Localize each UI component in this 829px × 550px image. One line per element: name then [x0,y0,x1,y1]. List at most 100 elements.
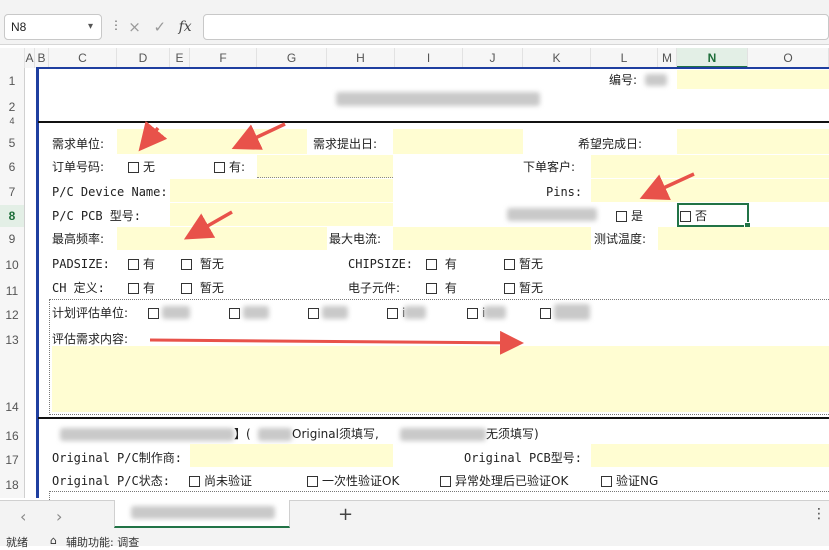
plan-unit-option[interactable]: i [467,305,485,321]
number-input[interactable] [677,70,829,89]
checkbox-icon[interactable] [504,283,515,294]
pc-device-name-input[interactable] [170,179,393,202]
eval-content-input[interactable] [52,346,829,412]
expected-date-input[interactable] [677,129,829,154]
row-header[interactable]: 1 [0,74,24,88]
chipsize-has-option[interactable]: 有 [426,256,457,272]
row-header[interactable]: 13 [0,333,24,347]
checkbox-icon[interactable] [307,476,318,487]
column-header[interactable]: B [35,48,49,68]
row-header[interactable]: 16 [0,429,24,443]
max-freq-input[interactable] [117,227,327,250]
add-sheet-icon[interactable]: + [338,504,353,525]
column-header[interactable]: L [591,48,658,68]
row-header[interactable]: 10 [0,258,24,272]
checkbox-icon[interactable] [189,476,200,487]
column-header[interactable]: O [748,48,829,68]
one-time-verify-option[interactable]: 一次性验证OK [307,473,399,489]
ch-has-option[interactable]: 有 [128,280,155,296]
padsize-none-option[interactable]: 暂无 [181,256,224,272]
checkbox-icon[interactable] [540,308,551,319]
abnormal-verify-option[interactable]: 异常处理后已验证OK [440,473,568,489]
next-sheet-icon[interactable]: › [56,507,62,526]
ch-none-option[interactable]: 暂无 [181,280,224,296]
checkbox-icon[interactable] [426,283,437,294]
row-header[interactable]: 7 [0,185,24,199]
verify-ng-option[interactable]: 验证NG [601,473,658,489]
selected-cell-N8[interactable] [677,203,751,229]
yes-option[interactable]: 是 [616,208,643,224]
order-no-input[interactable] [257,155,393,178]
checkbox-icon[interactable] [616,211,627,222]
column-header[interactable]: K [523,48,591,68]
prev-sheet-icon[interactable]: ‹ [20,507,26,526]
accessibility-status[interactable]: 辅助功能: 调查 [66,534,139,550]
enter-icon[interactable]: ✓ [153,18,166,36]
padsize-has-option[interactable]: 有 [128,256,155,272]
not-verified-option[interactable]: 尚未验证 [189,473,252,489]
column-header[interactable]: G [257,48,327,68]
order-none-option[interactable]: 无 [128,159,155,175]
row-header[interactable]: 9 [0,232,24,246]
row-header[interactable]: 17 [0,453,24,467]
column-header[interactable]: F [190,48,257,68]
formula-input[interactable] [203,14,829,40]
column-header[interactable]: H [327,48,395,68]
checkbox-icon[interactable] [308,308,319,319]
select-all-corner[interactable] [0,48,25,68]
row-header[interactable]: 4 [0,116,24,126]
pc-pcb-input[interactable] [170,203,393,226]
column-header[interactable]: C [49,48,117,68]
sheet-tab-active[interactable] [114,500,290,528]
checkbox-icon[interactable] [148,308,159,319]
plan-unit-option[interactable] [148,305,163,321]
plan-unit-option[interactable]: i [387,305,405,321]
function-icon[interactable]: fx [179,19,192,35]
row-header[interactable]: 18 [0,478,24,492]
column-header[interactable]: J [463,48,523,68]
orig-pcb-input[interactable] [591,444,829,467]
request-unit-input[interactable] [117,129,307,154]
checkbox-icon[interactable] [426,259,437,270]
cancel-icon[interactable]: × [128,18,141,36]
plan-unit-option[interactable] [540,305,555,321]
checkbox-icon[interactable] [467,308,478,319]
column-header[interactable]: I [395,48,463,68]
column-header[interactable]: D [117,48,170,68]
column-header[interactable]: E [170,48,190,68]
checkbox-icon[interactable] [181,259,192,270]
components-has-option[interactable]: 有 [426,280,457,296]
checkbox-icon[interactable] [387,308,398,319]
row-header-selected[interactable]: 8 [0,205,24,227]
components-none-option[interactable]: 暂无 [504,280,543,296]
orig-maker-input[interactable] [190,444,393,467]
checkbox-icon[interactable] [601,476,612,487]
column-header[interactable]: A [25,48,35,68]
checkbox-icon[interactable] [214,162,225,173]
chevron-down-icon[interactable]: ▾ [88,15,93,39]
pins-input[interactable] [591,179,829,202]
checkbox-icon[interactable] [128,259,139,270]
checkbox-icon[interactable] [181,283,192,294]
test-temp-input[interactable] [658,227,829,250]
column-header[interactable]: M [658,48,677,68]
row-header[interactable]: 11 [0,284,24,298]
sheet-menu-icon[interactable]: ⋮ [812,506,826,522]
order-customer-input[interactable] [591,155,829,178]
plan-unit-option[interactable] [229,305,244,321]
request-date-input[interactable] [393,129,523,154]
row-header[interactable]: 5 [0,136,24,150]
order-has-option[interactable]: 有: [214,159,245,175]
checkbox-icon[interactable] [128,162,139,173]
row-header[interactable]: 12 [0,308,24,322]
checkbox-icon[interactable] [229,308,240,319]
plan-unit-option[interactable] [308,305,323,321]
column-header-selected[interactable]: N [677,48,748,68]
chipsize-none-option[interactable]: 暂无 [504,256,543,272]
max-current-input[interactable] [393,227,591,250]
more-icon[interactable]: ⋮ [110,18,122,32]
checkbox-icon[interactable] [504,259,515,270]
checkbox-icon[interactable] [440,476,451,487]
checkbox-icon[interactable] [128,283,139,294]
row-header[interactable]: 14 [0,400,24,414]
